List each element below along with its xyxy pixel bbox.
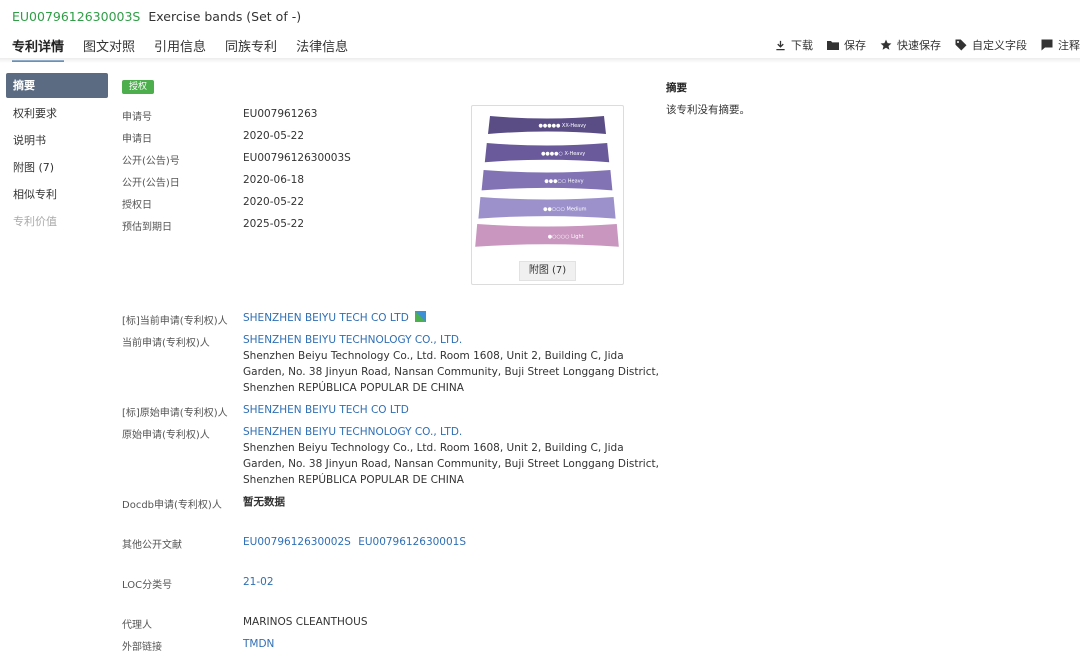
figure-thumbnail[interactable]: ●●●●● XX-Heavy ●●●●○ X-Heavy ●●●○○ Heavy ●●…	[471, 105, 624, 285]
external-link[interactable]: TMDN	[243, 638, 274, 650]
current-applicant-address-line: Shenzhen Beiyu Technology Co., Ltd. Room…	[243, 350, 624, 362]
loc-class-link[interactable]: 21-02	[243, 576, 274, 588]
quick-save-label: 快速保存	[897, 39, 941, 52]
tag-icon	[955, 39, 967, 51]
patent-number: EU0079612630003S	[12, 9, 141, 24]
star-icon	[880, 39, 892, 50]
std-current-applicant-value: SHENZHEN BEIYU TECH CO LTD	[243, 310, 427, 326]
band-graphic: ●●●○○ Heavy	[481, 170, 613, 191]
download-button[interactable]: 下载	[775, 37, 813, 53]
original-applicant-label: 原始申请(专利权)人	[122, 430, 210, 441]
app-date-label: 申请日	[122, 134, 152, 145]
app-date-value: 2020-05-22	[243, 130, 305, 142]
other-docs-value: EU0079612630002S EU0079612630001S	[243, 534, 466, 550]
std-current-applicant-label: [标]当前申请(专利权)人	[122, 316, 228, 327]
band-label: ●●●○○ Heavy	[544, 179, 583, 185]
current-applicant-address-line: Garden, No. 38 Jinyun Road, Nansan Commu…	[243, 366, 659, 378]
abstract-text: 该专利没有摘要。	[666, 104, 750, 116]
external-link-value: TMDN	[243, 636, 274, 652]
exercise-bands-image: ●●●●● XX-Heavy ●●●●○ X-Heavy ●●●○○ Heavy ●●…	[475, 116, 619, 247]
sidebar-item-description[interactable]: 说明书	[6, 127, 108, 154]
band-graphic: ●○○○○ Light	[475, 224, 619, 247]
sidebar-item-figures[interactable]: 附图 (7)	[6, 154, 108, 181]
save-button[interactable]: 保存	[827, 37, 866, 53]
download-icon	[776, 40, 785, 50]
app-no-value: EU007961263	[243, 108, 318, 120]
pub-date-value: 2020-06-18	[243, 174, 305, 186]
pub-no-value: EU0079612630003S	[243, 152, 351, 164]
current-applicant-label: 当前申请(专利权)人	[122, 338, 210, 349]
other-doc-link[interactable]: EU0079612630001S	[358, 536, 466, 548]
annotate-button[interactable]: 注释	[1041, 37, 1080, 53]
save-label: 保存	[844, 39, 866, 52]
band-graphic: ●●●●● XX-Heavy	[488, 116, 606, 134]
current-applicant-address-line: Shenzhen REPÚBLICA POPULAR DE CHINA	[243, 382, 464, 394]
docdb-applicant-value: 暂无数据	[243, 496, 285, 508]
std-original-applicant-label: [标]原始申请(专利权)人	[122, 408, 228, 419]
patent-title: Exercise bands (Set of -)	[148, 9, 302, 24]
band-label: ●●●●○ X-Heavy	[541, 151, 585, 157]
band-graphic: ●●●●○ X-Heavy	[484, 143, 610, 163]
verified-icon	[415, 311, 427, 322]
band-label: ●●○○○ Medium	[543, 206, 587, 212]
original-applicant-address-line: Shenzhen Beiyu Technology Co., Ltd. Room…	[243, 442, 624, 454]
sidebar-item-abstract[interactable]: 摘要	[6, 73, 108, 98]
original-applicant-link[interactable]: SHENZHEN BEIYU TECHNOLOGY CO., LTD.	[243, 424, 659, 440]
band-label: ●○○○○ Light	[548, 234, 584, 240]
download-label: 下载	[791, 39, 813, 52]
app-no-label: 申请号	[122, 112, 152, 123]
toolbar: 下载 保存 快速保存 自定义字段 注释	[775, 37, 1080, 53]
status-badge: 授权	[122, 80, 154, 94]
quick-save-button[interactable]: 快速保存	[880, 37, 941, 53]
original-applicant-address-line: Garden, No. 38 Jinyun Road, Nansan Commu…	[243, 458, 659, 470]
header-divider	[0, 58, 1080, 63]
custom-field-button[interactable]: 自定义字段	[955, 37, 1027, 53]
pub-date-label: 公开(公告)日	[122, 178, 180, 189]
abstract-title: 摘要	[666, 82, 687, 94]
original-applicant-value: SHENZHEN BEIYU TECHNOLOGY CO., LTD. Shen…	[243, 424, 659, 488]
current-applicant-value: SHENZHEN BEIYU TECHNOLOGY CO., LTD. Shen…	[243, 332, 659, 396]
sidebar-item-value: 专利价值	[13, 215, 57, 228]
external-link-label: 外部链接	[122, 642, 162, 653]
pub-no-label: 公开(公告)号	[122, 156, 180, 167]
std-original-applicant-link[interactable]: SHENZHEN BEIYU TECH CO LTD	[243, 404, 409, 416]
loc-class-value: 21-02	[243, 574, 274, 590]
figures-button[interactable]: 附图 (7)	[519, 261, 576, 281]
expiry-date-value: 2025-05-22	[243, 218, 305, 230]
band-label: ●●●●● XX-Heavy	[539, 123, 587, 129]
original-applicant-address-line: Shenzhen REPÚBLICA POPULAR DE CHINA	[243, 474, 464, 486]
annotate-label: 注释	[1058, 39, 1080, 52]
std-current-applicant-link[interactable]: SHENZHEN BEIYU TECH CO LTD	[243, 312, 409, 324]
page-title: EU0079612630003S Exercise bands (Set of -…	[12, 9, 301, 24]
grant-date-value: 2020-05-22	[243, 196, 305, 208]
other-doc-link[interactable]: EU0079612630002S	[243, 536, 351, 548]
comment-icon	[1041, 39, 1053, 51]
expiry-date-label: 预估到期日	[122, 222, 172, 233]
sidebar-item-similar[interactable]: 相似专利	[6, 181, 108, 208]
current-applicant-link[interactable]: SHENZHEN BEIYU TECHNOLOGY CO., LTD.	[243, 332, 659, 348]
folder-icon	[827, 41, 839, 50]
std-original-applicant-value: SHENZHEN BEIYU TECH CO LTD	[243, 402, 409, 418]
agent-value: MARINOS CLEANTHOUS	[243, 616, 368, 628]
custom-field-label: 自定义字段	[972, 39, 1027, 52]
docdb-applicant-label: Docdb申请(专利权)人	[122, 500, 222, 511]
sidebar-item-claims[interactable]: 权利要求	[6, 100, 108, 127]
loc-class-label: LOC分类号	[122, 580, 173, 591]
other-docs-label: 其他公开文献	[122, 540, 182, 551]
band-graphic: ●●○○○ Medium	[478, 197, 616, 219]
sidebar: 摘要 权利要求 说明书 附图 (7) 相似专利 专利价值	[6, 73, 108, 235]
agent-label: 代理人	[122, 620, 152, 631]
grant-date-label: 授权日	[122, 200, 152, 211]
